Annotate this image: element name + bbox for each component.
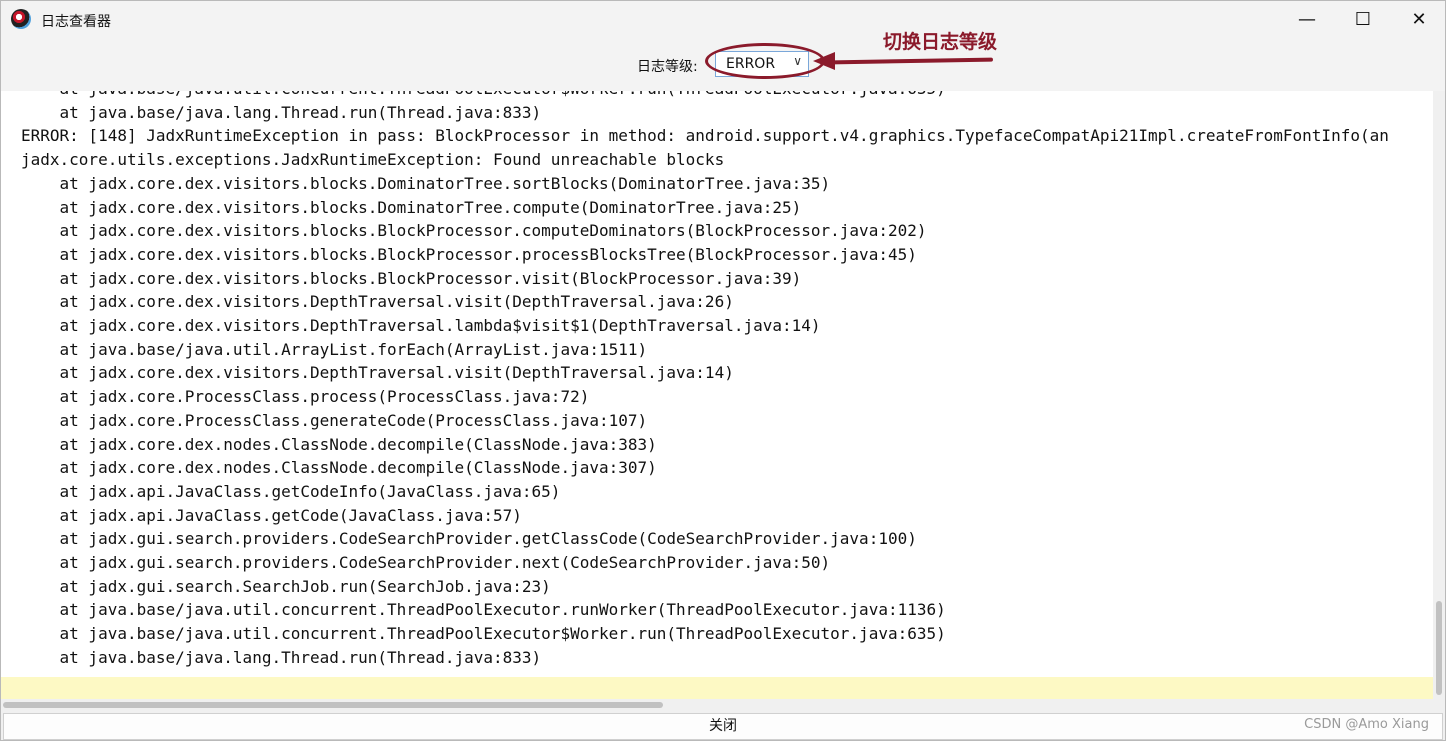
log-line: at jadx.core.ProcessClass.process(Proces…	[21, 387, 590, 407]
log-line: at java.base/java.util.concurrent.Thread…	[21, 624, 946, 644]
log-line: at jadx.gui.search.providers.CodeSearchP…	[21, 529, 917, 549]
app-logo-icon	[11, 9, 31, 29]
horizontal-scrollbar[interactable]	[1, 699, 1433, 711]
log-line: ERROR: [148] JadxRuntimeException in pas…	[21, 126, 1389, 146]
current-line-highlight	[1, 677, 1433, 699]
vertical-scroll-thumb[interactable]	[1436, 601, 1442, 695]
log-line: at java.base/java.lang.Thread.run(Thread…	[21, 647, 542, 667]
log-line: at jadx.core.dex.nodes.ClassNode.decompi…	[21, 458, 657, 478]
annotation-ellipse	[705, 43, 825, 79]
log-line: at java.base/java.util.concurrent.Thread…	[21, 600, 946, 620]
log-line: at java.base/java.util.ArrayList.forEach…	[21, 339, 648, 359]
title-bar[interactable]: 日志查看器 — ☐ ✕	[1, 1, 1445, 41]
log-line: at java.base/java.lang.Thread.run(Thread…	[21, 102, 542, 122]
log-line: at jadx.core.dex.visitors.DepthTraversal…	[21, 292, 734, 312]
log-line: at jadx.core.dex.visitors.blocks.BlockPr…	[21, 244, 917, 264]
log-line: jadx.core.utils.exceptions.JadxRuntimeEx…	[21, 150, 725, 170]
log-viewer-window: 日志查看器 — ☐ ✕ 日志等级: ERROR ∨ 切换日志等级 at java…	[0, 0, 1446, 741]
maximize-icon[interactable]: ☐	[1343, 7, 1383, 33]
log-line: at jadx.core.dex.visitors.DepthTraversal…	[21, 363, 734, 383]
close-button[interactable]: 关闭	[3, 713, 1443, 740]
log-line: at jadx.core.ProcessClass.generateCode(P…	[21, 410, 648, 430]
log-level-label: 日志等级:	[637, 59, 698, 75]
log-line: at jadx.core.dex.nodes.ClassNode.decompi…	[21, 434, 657, 454]
horizontal-scroll-thumb[interactable]	[3, 702, 663, 708]
vertical-scrollbar[interactable]	[1433, 91, 1445, 699]
log-line: at jadx.core.dex.visitors.blocks.BlockPr…	[21, 268, 802, 288]
log-line: at jadx.core.dex.visitors.blocks.Dominat…	[21, 197, 802, 217]
annotation-text: 切换日志等级	[883, 31, 998, 53]
log-line: at jadx.gui.search.SearchJob.run(SearchJ…	[21, 576, 551, 596]
watermark: CSDN @Amo Xiang	[1304, 717, 1429, 732]
log-line: at jadx.core.dex.visitors.DepthTraversal…	[21, 316, 821, 335]
log-text-area[interactable]: at java.base/java.util.concurrent.Thread…	[1, 91, 1433, 699]
log-line: at jadx.api.JavaClass.getCode(JavaClass.…	[21, 505, 522, 525]
minimize-icon[interactable]: —	[1287, 7, 1327, 33]
log-line: at jadx.core.dex.visitors.blocks.Dominat…	[21, 173, 831, 193]
log-line: at java.base/java.util.concurrent.Thread…	[21, 91, 946, 101]
log-line: at jadx.core.dex.visitors.blocks.BlockPr…	[21, 221, 927, 241]
log-line: at jadx.gui.search.providers.CodeSearchP…	[21, 553, 831, 572]
log-line: at jadx.api.JavaClass.getCodeInfo(JavaCl…	[21, 481, 561, 501]
annotation-arrow-head	[813, 52, 835, 70]
window-title: 日志查看器	[41, 14, 111, 30]
close-icon[interactable]: ✕	[1399, 7, 1439, 33]
